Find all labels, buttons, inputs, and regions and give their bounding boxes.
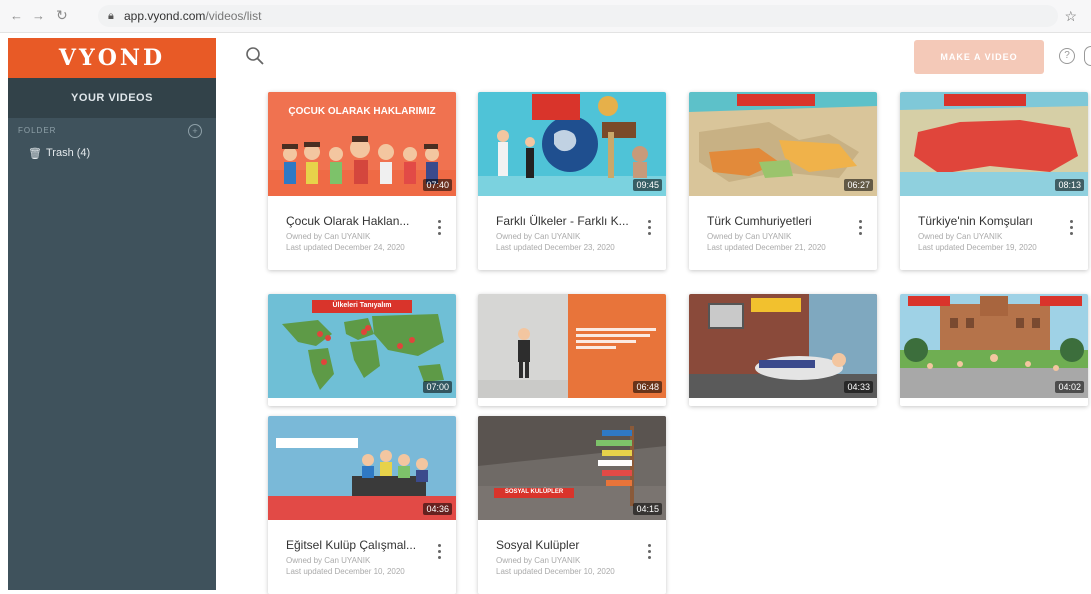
video-title: Türkiye'nin Komşuları [918,214,1033,228]
forward-icon[interactable]: → [32,8,45,23]
video-owner: Owned by Can UYANIK [286,232,371,241]
video-owner: Owned by Can UYANIK [496,232,581,241]
video-owner: Owned by Can UYANIK [286,556,371,565]
video-card[interactable]: SOSYAL KULÜPLER 04:15 Sosyal Kulüpler Ow… [478,416,666,594]
video-card[interactable]: 04:02 [900,294,1088,406]
video-card[interactable]: Ülkeleri Tanıyalım 07:00 [268,294,456,406]
video-updated: Last updated December 10, 2020 [496,567,615,576]
video-owner: Owned by Can UYANIK [918,232,1003,241]
duration-badge: 04:15 [633,503,662,515]
video-card[interactable]: 08:13 Türkiye'nin Komşuları Owned by Can… [900,92,1088,270]
add-folder-icon[interactable]: + [188,124,202,138]
video-thumbnail[interactable]: 04:02 [900,294,1088,398]
thumbnail-title: SOSYAL KULÜPLER [504,489,564,495]
duration-badge: 04:36 [423,503,452,515]
video-thumbnail[interactable]: Ülkeleri Tanıyalım 07:00 [268,294,456,398]
video-thumbnail[interactable]: 09:45 [478,92,666,196]
address-bar[interactable]: 🔒︎ app.vyond.com/videos/list [98,5,1058,27]
video-thumbnail[interactable]: 04:33 [689,294,877,398]
sidebar: VYOND YOUR VIDEOS FOLDER + 🗑︎ Trash (4) [8,38,216,590]
trash-icon: 🗑︎ [28,148,42,160]
video-updated: Last updated December 21, 2020 [707,243,826,252]
more-options-icon[interactable] [859,220,863,238]
duration-badge: 09:45 [633,179,662,191]
folder-label: FOLDER [18,126,57,135]
video-title: Eğitsel Kulüp Çalışmal... [286,538,417,552]
video-card[interactable]: 09:45 Farklı Ülkeler - Farklı K... Owned… [478,92,666,270]
vyond-logo[interactable]: VYOND [8,38,216,78]
reload-icon[interactable]: ↻ [56,7,68,24]
video-title: Türk Cumhuriyetleri [707,214,812,228]
video-thumbnail[interactable]: 06:27 [689,92,877,196]
video-owner: Owned by Can UYANIK [496,556,581,565]
duration-badge: 08:13 [1055,179,1084,191]
url-path: /videos/list [205,9,262,23]
video-thumbnail[interactable]: SOSYAL KULÜPLER 04:15 [478,416,666,520]
duration-badge: 06:48 [633,381,662,393]
search-icon[interactable] [245,46,265,66]
your-videos-nav[interactable]: YOUR VIDEOS [8,78,216,118]
more-options-icon[interactable] [648,544,652,562]
bookmark-star-icon[interactable]: ☆ [1064,8,1077,25]
lock-icon: 🔒︎ [108,10,114,22]
video-updated: Last updated December 23, 2020 [496,243,615,252]
duration-badge: 07:00 [423,381,452,393]
video-card[interactable]: 06:48 [478,294,666,406]
sidebar-item-label: Trash (4) [46,147,91,159]
video-updated: Last updated December 10, 2020 [286,567,405,576]
duration-badge: 07:40 [423,179,452,191]
url-domain: app.vyond.com [124,9,206,23]
thumbnail-title: Ülkeleri Tanıyalım [332,302,392,309]
video-title: Çocuk Olarak Haklan... [286,214,410,228]
browser-toolbar: ← → ↻ 🔒︎ app.vyond.com/videos/list ☆ [0,0,1091,33]
help-icon[interactable]: ? [1059,48,1075,64]
more-options-icon[interactable] [1070,220,1074,238]
sidebar-item-trash[interactable]: 🗑︎ Trash (4) [8,142,216,166]
more-options-icon[interactable] [438,544,442,562]
video-title: Sosyal Kulüpler [496,538,580,552]
user-avatar-icon[interactable] [1084,46,1091,66]
more-options-icon[interactable] [438,220,442,238]
video-thumbnail[interactable]: 06:48 [478,294,666,398]
video-card[interactable]: ÇOCUK OLARAK HAKLARIMIZ 07:40 Çocuk Olar… [268,92,456,270]
video-thumbnail[interactable]: ÇOCUK OLARAK HAKLARIMIZ 07:40 [268,92,456,196]
video-owner: Owned by Can UYANIK [707,232,792,241]
duration-badge: 06:27 [844,179,873,191]
video-updated: Last updated December 24, 2020 [286,243,405,252]
back-icon[interactable]: ← [10,8,23,23]
duration-badge: 04:33 [844,381,873,393]
video-updated: Last updated December 19, 2020 [918,243,1037,252]
video-card[interactable]: 04:33 [689,294,877,406]
video-card[interactable]: 06:27 Türk Cumhuriyetleri Owned by Can U… [689,92,877,270]
more-options-icon[interactable] [648,220,652,238]
video-thumbnail[interactable]: 04:36 [268,416,456,520]
video-card[interactable]: 04:36 Eğitsel Kulüp Çalışmal... Owned by… [268,416,456,594]
folder-header: FOLDER + [8,118,216,142]
video-title: Farklı Ülkeler - Farklı K... [496,214,629,228]
video-thumbnail[interactable]: 08:13 [900,92,1088,196]
make-a-video-button[interactable]: MAKE A VIDEO [914,40,1044,74]
thumbnail-title: ÇOCUK OLARAK HAKLARIMIZ [288,106,436,117]
duration-badge: 04:02 [1055,381,1084,393]
